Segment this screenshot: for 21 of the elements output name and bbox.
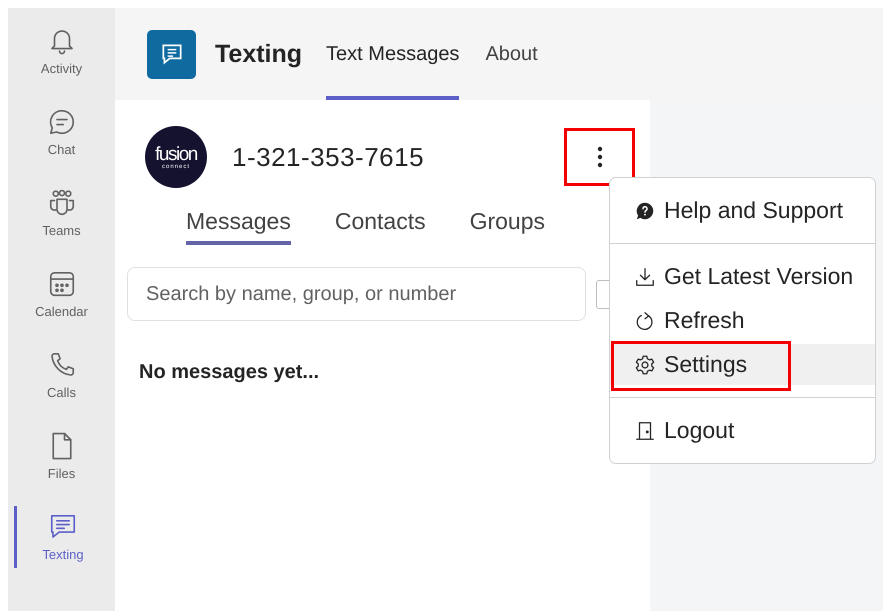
rail-item[interactable]: Calls: [8, 344, 115, 406]
rail-item[interactable]: Teams: [8, 182, 115, 244]
section-tab[interactable]: Contacts: [334, 200, 426, 245]
more-options-icon: [596, 146, 603, 168]
rail-item[interactable]: Chat: [8, 101, 115, 163]
rail-item[interactable]: Texting: [14, 506, 109, 568]
app-icon: [147, 30, 196, 78]
settings-icon: [634, 354, 656, 376]
empty-message: No messages yet...: [139, 361, 320, 384]
section-tab[interactable]: Groups: [470, 200, 546, 245]
search-field[interactable]: Search by name, group, or number: [127, 267, 586, 321]
rail-item[interactable]: Files: [8, 425, 115, 487]
download-icon: [634, 266, 656, 288]
section-tab[interactable]: Messages: [186, 200, 291, 245]
header-tab[interactable]: About: [485, 8, 538, 100]
rail-item[interactable]: Calendar: [8, 263, 115, 325]
rail-item[interactable]: Activity: [8, 20, 115, 82]
phone-number: 1-321-353-7615: [232, 142, 424, 172]
app-title: Texting: [215, 40, 302, 68]
menu-item[interactable]: Settings: [610, 344, 875, 385]
door-icon: [634, 420, 656, 442]
